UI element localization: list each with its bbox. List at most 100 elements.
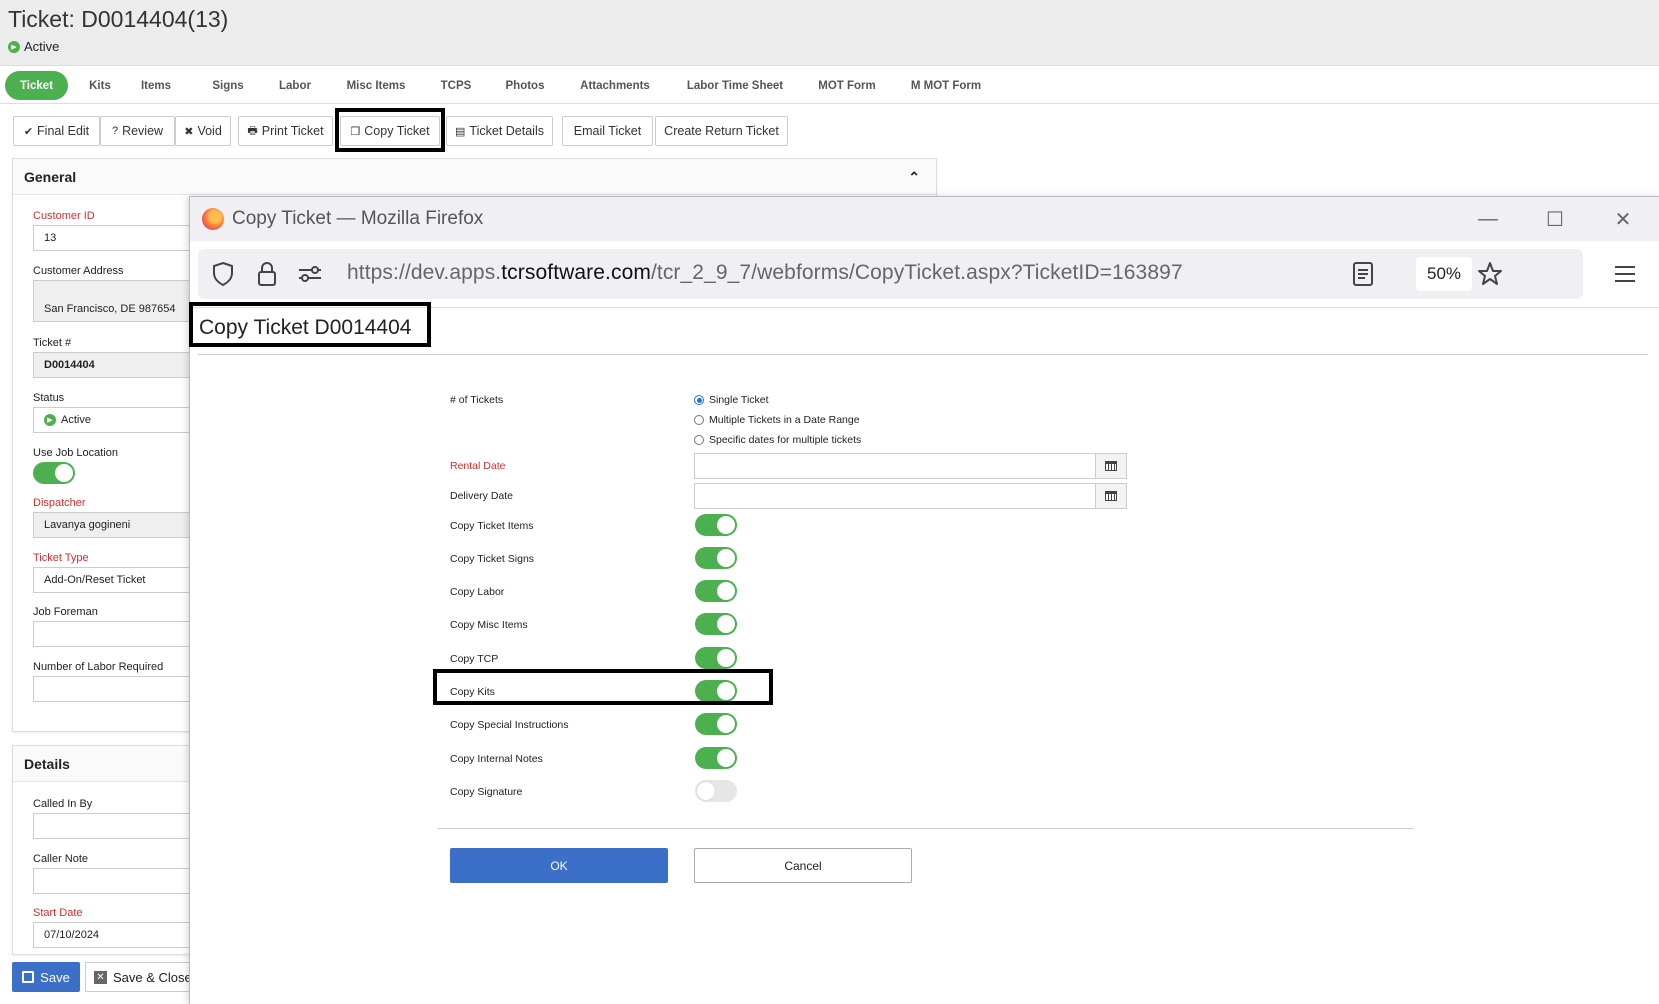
close-box-icon: ✕ [94,970,107,984]
shield-icon[interactable] [208,259,238,289]
copy-internal-notes-label: Copy Internal Notes [450,753,543,765]
void-button[interactable]: ✖ Void [175,116,231,146]
ticket-number-label: Ticket # [33,337,72,349]
copy-signature-toggle[interactable] [695,780,737,802]
copy-ticket-items-label: Copy Ticket Items [450,520,534,532]
copy-tcp-toggle[interactable] [695,647,737,669]
copy-labor-toggle[interactable] [695,580,737,602]
status-active-icon: ▶ [44,414,56,426]
radio-single-ticket[interactable]: Single Ticket [694,394,769,406]
copy-misc-items-label: Copy Misc Items [450,619,528,631]
ticket-details-button[interactable]: ▤ Ticket Details [446,116,553,146]
divider [198,354,1648,355]
status-active-icon: ▶ [8,40,20,53]
dialog-title-highlight [189,302,431,347]
status-label: Status [33,392,65,404]
ok-button[interactable]: OK [450,848,668,883]
reader-view-icon[interactable] [1348,259,1378,289]
tab-m-mot-form[interactable]: M MOT Form [905,71,987,100]
copy-signature-label: Copy Signature [450,786,523,798]
delivery-date-label: Delivery Date [450,490,514,502]
job-foreman-label: Job Foreman [33,606,98,618]
save-close-button[interactable]: ✕ Save & Close [85,962,195,992]
called-in-by-label: Called In By [33,798,93,810]
printer-icon: 🖶 [247,124,258,137]
tab-signs[interactable]: Signs [203,71,253,100]
tab-items[interactable]: Items [132,71,180,100]
radio-button[interactable] [694,415,704,425]
ticket-type-label: Ticket Type [33,552,89,564]
details-panel-header[interactable]: Details [13,746,191,782]
tab-photos[interactable]: Photos [498,71,552,100]
copy-misc-items-toggle[interactable] [695,613,737,635]
use-job-location-toggle[interactable] [33,462,75,484]
copy-ticket-items-toggle[interactable] [695,514,737,536]
minimize-icon[interactable]: — [1473,205,1503,233]
permissions-sliders-icon[interactable] [295,259,325,289]
copy-ticket-signs-toggle[interactable] [695,547,737,569]
page-title: Ticket: D0014404(13) [8,6,229,32]
copy-kits-highlight [433,669,773,705]
review-button[interactable]: ? Review [100,116,175,146]
calendar-icon [1105,461,1117,471]
email-ticket-button[interactable]: Email Ticket [562,116,653,146]
tab-labor[interactable]: Labor [270,71,320,100]
copy-tcp-label: Copy TCP [450,653,499,665]
x-circle-icon: ✖ [184,125,194,138]
tab-mot-form[interactable]: MOT Form [812,71,882,100]
create-return-ticket-button[interactable]: Create Return Ticket [655,116,788,146]
delivery-date-input[interactable] [694,483,1124,509]
tab-labor-time-sheet[interactable]: Labor Time Sheet [680,71,790,100]
delivery-date-calendar-button[interactable] [1095,483,1127,509]
divider [438,828,1414,829]
copy-ticket-dialog: Copy Ticket D0014404 # of Tickets Single… [189,302,1659,1004]
firefox-logo-icon [202,208,224,230]
radio-specific-dates[interactable]: Specific dates for multiple tickets [694,434,861,446]
url-text[interactable]: https://dev.apps.tcrsoftware.com/tcr_2_9… [347,261,1183,285]
rental-date-calendar-button[interactable] [1095,453,1127,479]
cancel-button[interactable]: Cancel [694,848,912,883]
copy-ticket-signs-label: Copy Ticket Signs [450,553,535,565]
dispatcher-label: Dispatcher [33,497,86,509]
caller-note-label: Caller Note [33,853,89,865]
close-window-icon[interactable]: ✕ [1608,205,1638,233]
bookmark-star-icon[interactable] [1475,259,1505,289]
address-bar[interactable]: https://dev.apps.tcrsoftware.com/tcr_2_9… [198,249,1583,299]
tab-kits[interactable]: Kits [79,71,121,100]
window-title: Copy Ticket — Mozilla Firefox [232,208,484,229]
copy-special-instructions-label: Copy Special Instructions [450,719,569,731]
firefox-popup-window: Copy Ticket — Mozilla Firefox — ☐ ✕ http… [189,196,1659,1004]
final-edit-button[interactable]: ✔ Final Edit [13,116,100,146]
check-circle-icon: ✔ [23,125,34,138]
window-titlebar[interactable]: Copy Ticket — Mozilla Firefox — ☐ ✕ [190,197,1659,241]
radio-multiple-date-range[interactable]: Multiple Tickets in a Date Range [694,414,860,426]
num-tickets-label: # of Tickets [450,394,504,406]
general-panel-header[interactable]: General ⌃ [13,159,936,195]
hamburger-menu-icon[interactable] [1610,259,1640,289]
radio-button-selected[interactable] [694,395,704,405]
maximize-icon[interactable]: ☐ [1540,205,1570,233]
tab-tcps[interactable]: TCPS [435,71,477,100]
tab-bar: Ticket Kits Items Signs Labor Misc Items… [0,65,1659,104]
print-ticket-button[interactable]: 🖶 Print Ticket [238,116,333,146]
copy-special-instructions-toggle[interactable] [695,713,737,735]
rental-date-label: Rental Date [450,460,506,472]
question-circle-icon: ? [111,125,119,137]
calendar-icon [1105,491,1117,501]
details-panel: Details Called In By Caller Note Start D… [12,745,233,955]
list-icon: ▤ [455,125,466,138]
copy-internal-notes-toggle[interactable] [695,747,737,769]
app-header: Ticket: D0014404(13) ▶ Active [0,0,1659,65]
start-date-label: Start Date [33,907,83,919]
copy-labor-label: Copy Labor [450,586,505,598]
rental-date-input[interactable] [694,453,1124,479]
zoom-level-button[interactable]: 50% [1416,257,1472,291]
chevron-up-icon[interactable]: ⌃ [908,169,920,186]
customer-address-label: Customer Address [33,265,124,277]
tab-ticket[interactable]: Ticket [5,71,68,100]
tab-misc-items[interactable]: Misc Items [340,71,412,100]
save-button[interactable]: Save [12,962,80,992]
tab-attachments[interactable]: Attachments [572,71,658,100]
lock-icon[interactable] [252,259,282,289]
radio-button[interactable] [694,435,704,445]
